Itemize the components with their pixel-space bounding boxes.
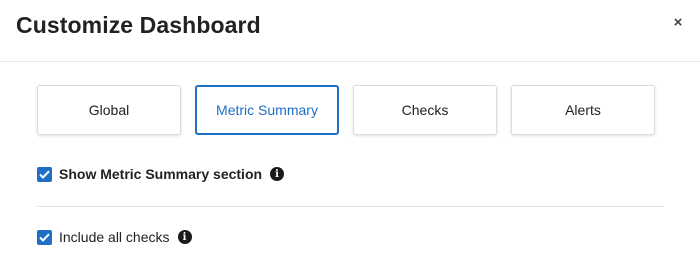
include-all-checks-option: Include all checks i [37,229,192,245]
info-icon[interactable]: i [270,167,285,181]
checkmark-icon [39,170,50,179]
info-icon[interactable]: i [177,230,192,244]
header-divider [0,61,700,62]
tab-bar: Global Metric Summary Checks Alerts [37,85,655,135]
include-all-checks-label: Include all checks [59,229,170,245]
dialog-title: Customize Dashboard [16,12,261,38]
show-metric-summary-option: Show Metric Summary section i [37,166,285,182]
show-metric-summary-checkbox[interactable] [37,166,52,182]
tab-global[interactable]: Global [37,85,181,135]
tab-metric-summary[interactable]: Metric Summary [195,85,339,135]
tab-checks[interactable]: Checks [353,85,497,135]
close-icon: × [673,13,683,31]
close-button[interactable]: × [670,14,686,30]
section-divider [37,206,664,207]
include-all-checks-checkbox[interactable] [37,229,52,245]
checkmark-icon [39,233,50,242]
show-metric-summary-label: Show Metric Summary section [59,166,263,182]
tab-alerts[interactable]: Alerts [511,85,655,135]
